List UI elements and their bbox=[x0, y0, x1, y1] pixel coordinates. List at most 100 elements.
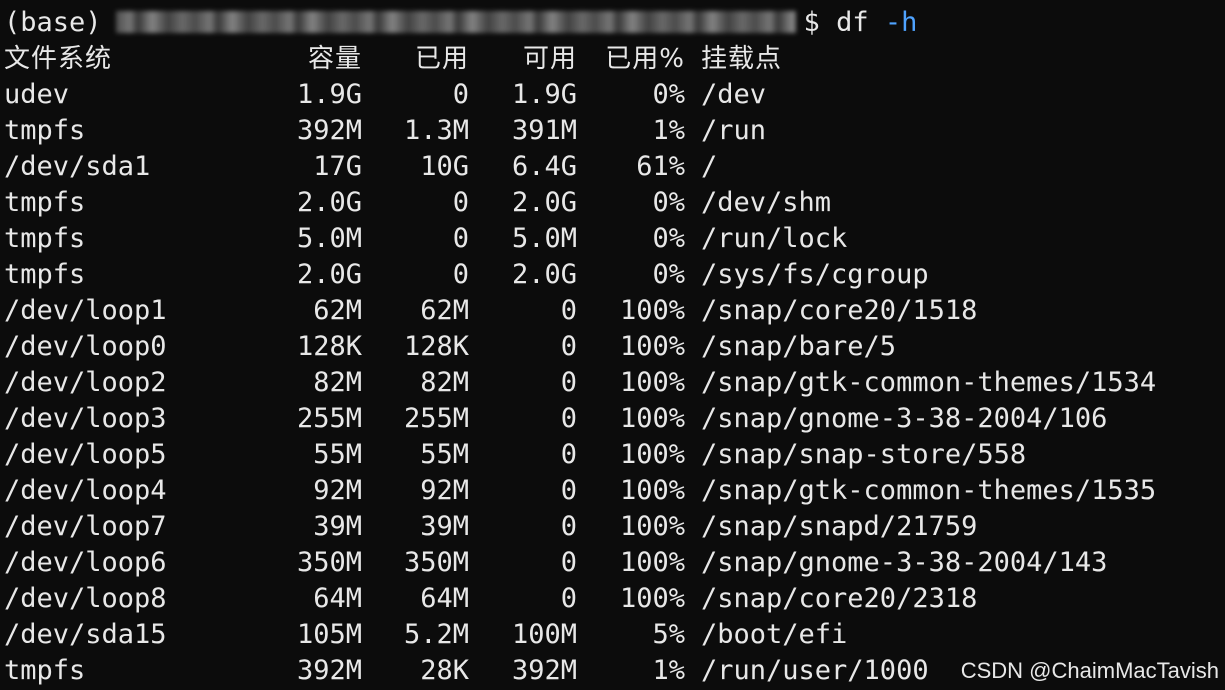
cell-available: 0 bbox=[560, 583, 577, 614]
cell-available: 0 bbox=[560, 439, 577, 470]
cell-filesystem: tmpfs bbox=[4, 187, 86, 218]
cell-available: 100M bbox=[511, 619, 577, 650]
cell-mount-point: /boot/efi bbox=[701, 619, 848, 650]
cell-used: 64M bbox=[420, 583, 469, 614]
cell-available: 0 bbox=[560, 403, 577, 434]
header-size: 容量 bbox=[307, 44, 362, 74]
watermark: CSDN @ChaimMacTavish bbox=[958, 658, 1221, 684]
cell-use-percent: 100% bbox=[619, 439, 685, 470]
cell-filesystem: /dev/sda15 bbox=[4, 619, 167, 650]
cell-used: 0 bbox=[452, 187, 469, 218]
cell-used: 255M bbox=[403, 403, 469, 434]
cell-used: 5.2M bbox=[403, 619, 469, 650]
cell-size: 1.9G bbox=[296, 79, 362, 110]
cell-filesystem: tmpfs bbox=[4, 655, 86, 686]
table-row: /dev/loop7 39M 39M 0 100% /snap/snapd/21759 bbox=[4, 509, 1156, 545]
header-available: 可用 bbox=[522, 44, 577, 74]
cell-available: 0 bbox=[560, 331, 577, 362]
cell-available: 0 bbox=[560, 475, 577, 506]
cell-size: 392M bbox=[296, 115, 362, 146]
table-row: tmpfs 5.0M 0 5.0M 0% /run/lock bbox=[4, 221, 1156, 257]
cell-available: 0 bbox=[560, 511, 577, 542]
cell-use-percent: 100% bbox=[619, 511, 685, 542]
cell-used: 55M bbox=[420, 439, 469, 470]
cell-mount-point: /dev bbox=[701, 79, 767, 110]
cell-available: 0 bbox=[560, 367, 577, 398]
cell-size: 17G bbox=[313, 151, 362, 182]
cell-use-percent: 100% bbox=[619, 295, 685, 326]
cell-used: 92M bbox=[420, 475, 469, 506]
cell-available: 1.9G bbox=[511, 79, 577, 110]
table-row: /dev/loop2 82M 82M 0 100% /snap/gtk-common-th… bbox=[4, 365, 1156, 401]
conda-env-label: (base) bbox=[4, 6, 102, 38]
redacted-user-host-path bbox=[115, 11, 796, 33]
prompt-symbol: $ bbox=[803, 6, 837, 38]
cell-mount-point: /snap/core20/1518 bbox=[701, 295, 978, 326]
cell-filesystem: /dev/loop4 bbox=[4, 475, 167, 506]
cell-mount-point: /snap/bare/5 bbox=[701, 331, 897, 362]
cell-size: 82M bbox=[313, 367, 362, 398]
cell-use-percent: 100% bbox=[619, 475, 685, 506]
cell-used: 128K bbox=[403, 331, 469, 362]
cell-size: 128K bbox=[296, 331, 362, 362]
table-row: /dev/sda15 105M 5.2M 100M 5% /boot/efi bbox=[4, 617, 1156, 653]
cell-filesystem: tmpfs bbox=[4, 259, 86, 290]
cell-available: 0 bbox=[560, 295, 577, 326]
table-row: /dev/loop5 55M 55M 0 100% /snap/snap-store/55… bbox=[4, 437, 1156, 473]
cell-mount-point: /run/lock bbox=[701, 223, 848, 254]
table-row: udev 1.9G 0 1.9G 0% /dev bbox=[4, 77, 1156, 113]
cell-available: 2.0G bbox=[511, 187, 577, 218]
cell-use-percent: 100% bbox=[619, 331, 685, 362]
cell-filesystem: /dev/sda1 bbox=[4, 151, 151, 182]
cell-size: 5.0M bbox=[296, 223, 362, 254]
cell-use-percent: 1% bbox=[652, 655, 685, 686]
cell-mount-point: /snap/gnome-3-38-2004/143 bbox=[701, 547, 1108, 578]
cell-available: 391M bbox=[511, 115, 577, 146]
cell-available: 6.4G bbox=[511, 151, 577, 182]
cell-used: 0 bbox=[452, 259, 469, 290]
cell-used: 0 bbox=[452, 223, 469, 254]
cell-used: 10G bbox=[420, 151, 469, 182]
cell-used: 350M bbox=[403, 547, 469, 578]
cell-available: 5.0M bbox=[511, 223, 577, 254]
cell-filesystem: /dev/loop1 bbox=[4, 295, 167, 326]
cell-filesystem: /dev/loop8 bbox=[4, 583, 167, 614]
table-row: /dev/sda1 17G 10G 6.4G 61% / bbox=[4, 149, 1156, 185]
cell-mount-point: /run bbox=[701, 115, 767, 146]
cell-filesystem: tmpfs bbox=[4, 223, 86, 254]
table-row: /dev/loop1 62M 62M 0 100% /snap/core20/1518 bbox=[4, 293, 1156, 329]
cell-filesystem: /dev/loop3 bbox=[4, 403, 167, 434]
cell-mount-point: /snap/gtk-common-themes/1535 bbox=[701, 475, 1157, 506]
cell-use-percent: 0% bbox=[652, 259, 685, 290]
cell-filesystem: /dev/loop0 bbox=[4, 331, 167, 362]
cell-filesystem: udev bbox=[4, 79, 70, 110]
command-prompt-line: (base) $ df -h bbox=[4, 4, 917, 40]
cell-used: 28K bbox=[420, 655, 469, 686]
terminal-window[interactable]: (base) $ df -h 文件系统 容量 已用 可用 已用% 挂载点 ude… bbox=[0, 0, 1225, 690]
table-row: /dev/loop0 128K 128K 0 100% /snap/bare/5 bbox=[4, 329, 1156, 365]
table-row: tmpfs 2.0G 0 2.0G 0% /sys/fs/cgroup bbox=[4, 257, 1156, 293]
command-flag: -h bbox=[884, 6, 918, 38]
cell-used: 1.3M bbox=[403, 115, 469, 146]
cell-filesystem: /dev/loop7 bbox=[4, 511, 167, 542]
table-row: /dev/loop6 350M 350M 0 100% /snap/gnome-3-38-… bbox=[4, 545, 1156, 581]
table-header-row: 文件系统 容量 已用 可用 已用% 挂载点 bbox=[4, 41, 1156, 77]
cell-available: 0 bbox=[560, 547, 577, 578]
cell-mount-point: /snap/gnome-3-38-2004/106 bbox=[701, 403, 1108, 434]
cell-use-percent: 100% bbox=[619, 547, 685, 578]
cell-mount-point: /sys/fs/cgroup bbox=[701, 259, 929, 290]
table-row: tmpfs 2.0G 0 2.0G 0% /dev/shm bbox=[4, 185, 1156, 221]
table-row: /dev/loop8 64M 64M 0 100% /snap/core20/2318 bbox=[4, 581, 1156, 617]
cell-size: 255M bbox=[296, 403, 362, 434]
table-row: tmpfs 392M 1.3M 391M 1% /run bbox=[4, 113, 1156, 149]
cell-available: 2.0G bbox=[511, 259, 577, 290]
cell-used: 82M bbox=[420, 367, 469, 398]
cell-use-percent: 0% bbox=[652, 79, 685, 110]
cell-mount-point: /snap/snap-store/558 bbox=[701, 439, 1027, 470]
cell-use-percent: 0% bbox=[652, 223, 685, 254]
cell-mount-point: /snap/snapd/21759 bbox=[701, 511, 978, 542]
cell-size: 62M bbox=[313, 295, 362, 326]
cell-filesystem: /dev/loop2 bbox=[4, 367, 167, 398]
cell-size: 2.0G bbox=[296, 187, 362, 218]
cell-mount-point: / bbox=[701, 151, 718, 182]
